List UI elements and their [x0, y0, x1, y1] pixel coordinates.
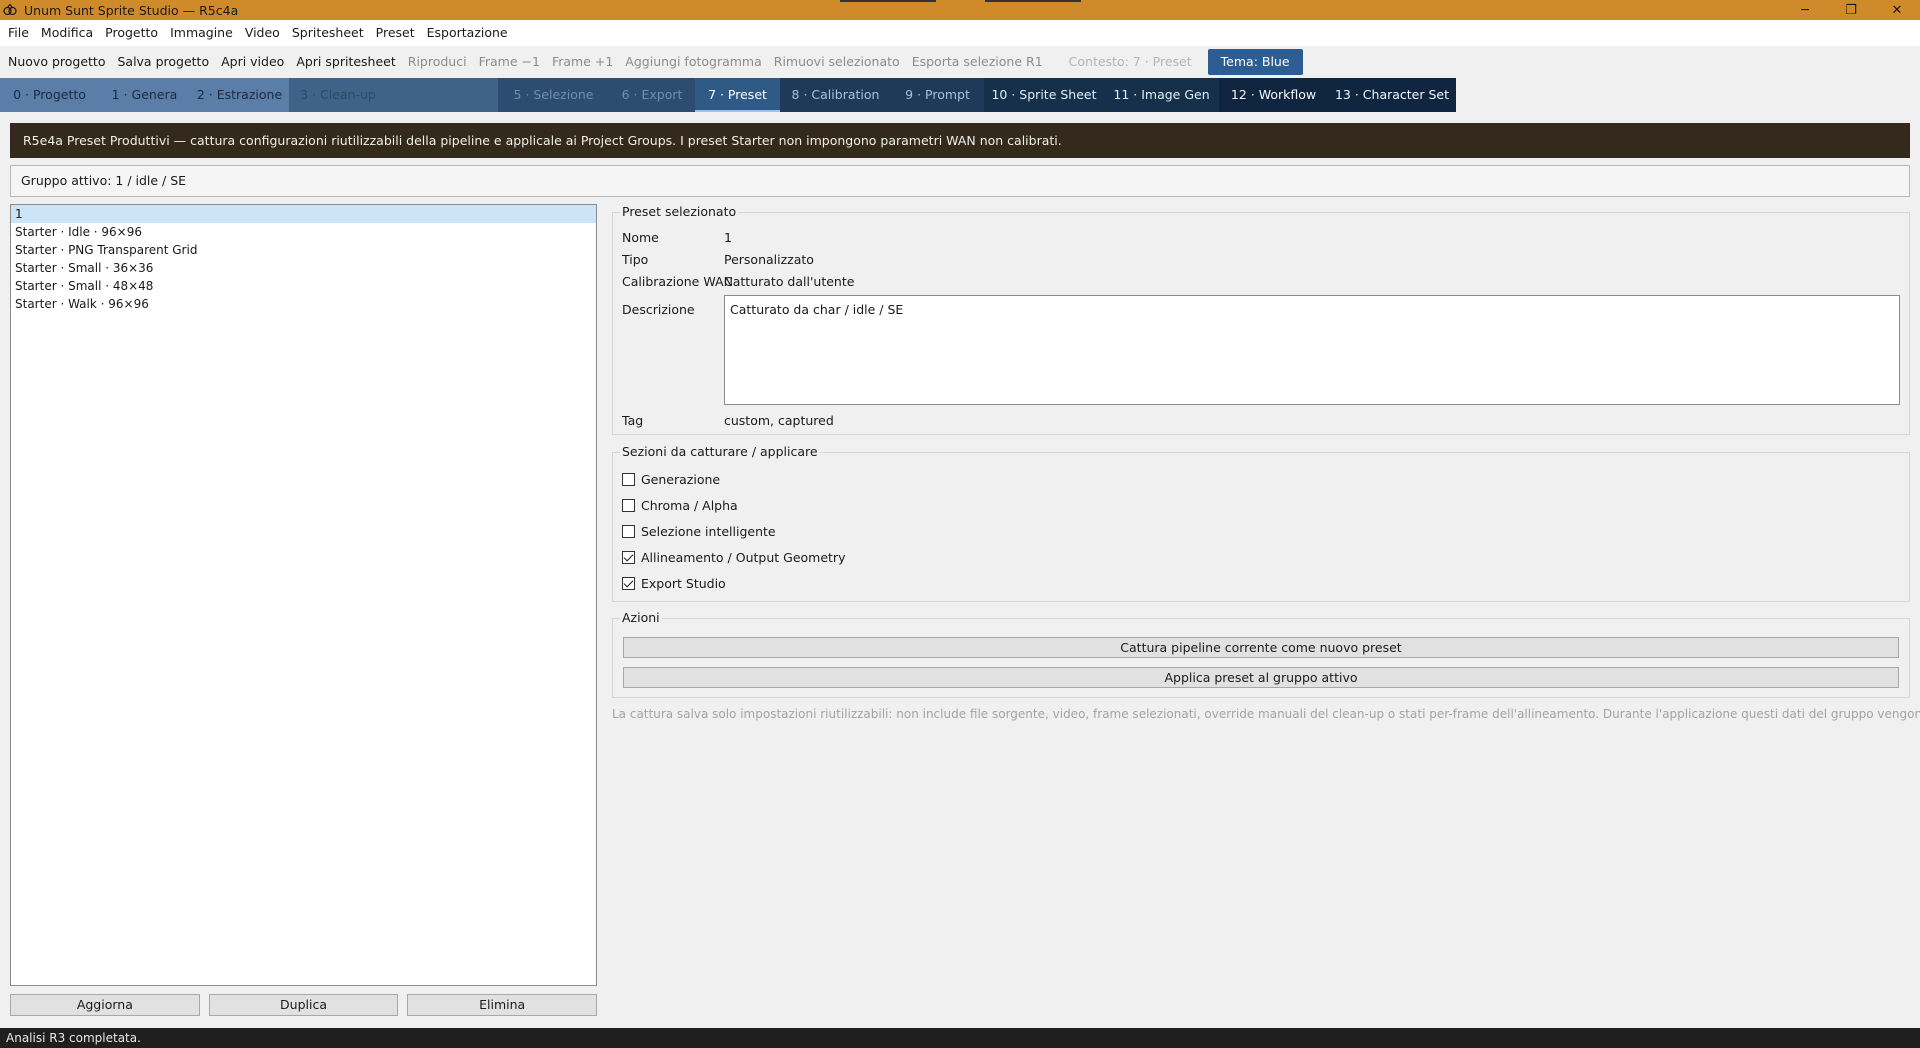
menu-esportazione[interactable]: Esportazione — [421, 20, 514, 46]
type-value: Personalizzato — [724, 252, 814, 267]
add-frame-button[interactable]: Aggiungi fotogramma — [619, 46, 767, 78]
description-label: Descrizione — [622, 302, 695, 317]
checkbox-label: Export Studio — [641, 576, 726, 591]
tab-genera[interactable]: 1 · Genera — [99, 78, 190, 112]
tag-value: custom, captured — [724, 413, 834, 428]
checkbox-chroma-alpha[interactable]: Chroma / Alpha — [622, 498, 738, 513]
tab-progetto[interactable]: 0 · Progetto — [0, 78, 99, 112]
save-project-button[interactable]: Salva progetto — [111, 46, 215, 78]
theme-button[interactable]: Tema: Blue — [1207, 49, 1303, 75]
capture-preset-button[interactable]: Cattura pipeline corrente come nuovo pre… — [623, 637, 1899, 658]
refresh-button[interactable]: Aggiorna — [10, 994, 200, 1016]
window-title: Unum Sunt Sprite Studio — R5c4a — [24, 2, 239, 18]
name-value: 1 — [724, 230, 732, 245]
remove-selected-button[interactable]: Rimuovi selezionato — [768, 46, 906, 78]
checkbox-box[interactable] — [622, 473, 635, 486]
context-label: Contesto: 7 · Preset — [1068, 54, 1192, 69]
toolbar: Nuovo progetto Salva progetto Apri video… — [0, 46, 1920, 78]
maximize-button[interactable]: ❐ — [1828, 0, 1874, 20]
window-controls: ─ ❐ ✕ — [1782, 0, 1920, 20]
tab-estrazione[interactable]: 2 · Estrazione — [190, 78, 289, 112]
checkbox-export-studio[interactable]: Export Studio — [622, 576, 726, 591]
sections-legend: Sezioni da catturare / applicare — [620, 444, 820, 460]
new-project-button[interactable]: Nuovo progetto — [2, 46, 111, 78]
app-logo-icon — [2, 2, 18, 18]
menu-immagine[interactable]: Immagine — [164, 20, 239, 46]
tab-clean-up[interactable]: 3 · Clean-up — [289, 78, 387, 112]
name-label: Nome — [622, 230, 659, 245]
menu-video[interactable]: Video — [239, 20, 286, 46]
frame-prev-button[interactable]: Frame −1 — [473, 46, 546, 78]
checkbox-selezione-intelligente[interactable]: Selezione intelligente — [622, 524, 776, 539]
title-bar: Unum Sunt Sprite Studio — R5c4a ─ ❐ ✕ — [0, 0, 1920, 20]
list-item[interactable]: Starter · PNG Transparent Grid — [11, 241, 596, 259]
tab-prompt[interactable]: 9 · Prompt — [891, 78, 984, 112]
checkbox-generazione[interactable]: Generazione — [622, 472, 720, 487]
preset-list[interactable]: 1 Starter · Idle · 96×96 Starter · PNG T… — [10, 204, 597, 986]
tab-4[interactable] — [387, 78, 498, 112]
tag-label: Tag — [622, 413, 644, 428]
status-bar: Analisi R3 completata. — [0, 1028, 1920, 1048]
title-decoration — [985, 0, 1081, 2]
actions-legend: Azioni — [620, 610, 662, 626]
list-buttons: Aggiorna Duplica Elimina — [10, 994, 598, 1016]
minimize-button[interactable]: ─ — [1782, 0, 1828, 20]
menu-spritesheet[interactable]: Spritesheet — [286, 20, 370, 46]
checkbox-label: Selezione intelligente — [641, 524, 776, 539]
menu-file[interactable]: File — [2, 20, 35, 46]
wan-calibration-label: Calibrazione WAN — [622, 274, 733, 289]
checkbox-box[interactable] — [622, 499, 635, 512]
open-spritesheet-button[interactable]: Apri spritesheet — [290, 46, 401, 78]
export-selection-button[interactable]: Esporta selezione R1 — [906, 46, 1049, 78]
active-group-label: Gruppo attivo: 1 / idle / SE — [10, 165, 1910, 197]
list-item[interactable]: Starter · Walk · 96×96 — [11, 295, 596, 313]
capture-note: La cattura salva solo impostazioni riuti… — [612, 707, 1920, 721]
tab-image-gen[interactable]: 11 · Image Gen — [1104, 78, 1219, 112]
list-item[interactable]: Starter · Small · 48×48 — [11, 277, 596, 295]
checkbox-box[interactable] — [622, 551, 635, 564]
list-item[interactable]: Starter · Small · 36×36 — [11, 259, 596, 277]
title-decoration — [840, 0, 936, 2]
apply-preset-button[interactable]: Applica preset al gruppo attivo — [623, 667, 1899, 688]
type-label: Tipo — [622, 252, 649, 267]
tab-character-set[interactable]: 13 · Character Set — [1328, 78, 1456, 112]
menu-progetto[interactable]: Progetto — [99, 20, 164, 46]
play-button[interactable]: Riproduci — [402, 46, 473, 78]
delete-button[interactable]: Elimina — [407, 994, 598, 1016]
wan-calibration-value: Catturato dall'utente — [724, 274, 855, 289]
sections-group: Sezioni da catturare / applicare — [612, 444, 1910, 602]
tab-preset[interactable]: 7 · Preset — [695, 78, 780, 112]
selected-preset-legend: Preset selezionato — [620, 204, 739, 220]
duplicate-button[interactable]: Duplica — [208, 994, 399, 1016]
tab-bar: 0 · Progetto 1 · Genera 2 · Estrazione 3… — [0, 78, 1920, 112]
checkbox-box[interactable] — [622, 577, 635, 590]
info-banner: R5e4a Preset Produttivi — cattura config… — [10, 123, 1910, 158]
checkbox-box[interactable] — [622, 525, 635, 538]
tab-export[interactable]: 6 · Export — [609, 78, 695, 112]
list-item[interactable]: Starter · Idle · 96×96 — [11, 223, 596, 241]
menu-preset[interactable]: Preset — [370, 20, 421, 46]
list-item[interactable]: 1 — [11, 205, 596, 223]
tab-calibration[interactable]: 8 · Calibration — [780, 78, 891, 112]
checkbox-label: Allineamento / Output Geometry — [641, 550, 846, 565]
frame-next-button[interactable]: Frame +1 — [546, 46, 619, 78]
tab-selezione[interactable]: 5 · Selezione — [498, 78, 609, 112]
tab-sprite-sheet[interactable]: 10 · Sprite Sheet — [984, 78, 1104, 112]
close-button[interactable]: ✕ — [1874, 0, 1920, 20]
open-video-button[interactable]: Apri video — [215, 46, 290, 78]
description-field[interactable]: Catturato da char / idle / SE — [724, 295, 1900, 405]
tab-workflow[interactable]: 12 · Workflow — [1219, 78, 1328, 112]
checkbox-allineamento[interactable]: Allineamento / Output Geometry — [622, 550, 845, 565]
checkbox-label: Chroma / Alpha — [641, 498, 738, 513]
checkbox-label: Generazione — [641, 472, 721, 487]
menu-bar: File Modifica Progetto Immagine Video Sp… — [0, 20, 1920, 46]
menu-modifica[interactable]: Modifica — [35, 20, 99, 46]
